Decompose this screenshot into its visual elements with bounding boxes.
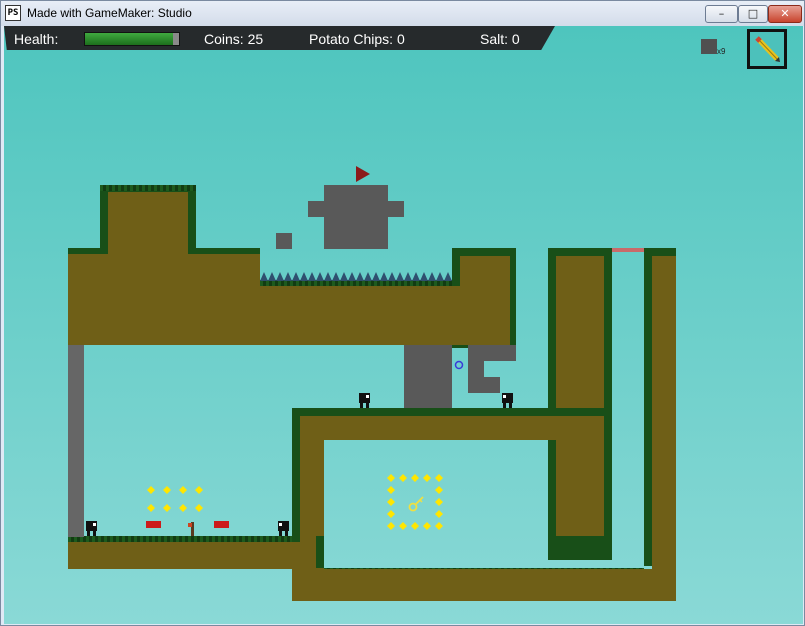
title-bar[interactable]: PS Made with GameMaker: Studio – □ ✕ <box>1 1 804 26</box>
selected-tool-slot[interactable] <box>747 29 787 69</box>
blue-orb-icon[interactable] <box>453 359 465 371</box>
coins-counter: Coins: 25 <box>204 31 264 47</box>
minimize-button[interactable]: – <box>705 5 738 23</box>
spike-row <box>260 272 454 281</box>
dirt-block <box>108 248 188 256</box>
close-button[interactable]: ✕ <box>768 5 802 23</box>
stone-wall <box>68 345 84 537</box>
health-bar-fill <box>85 33 174 45</box>
game-window: PS Made with GameMaker: Studio – □ ✕ Hea… <box>0 0 805 626</box>
inventory-block-count: x9 <box>717 47 726 56</box>
maximize-button[interactable]: □ <box>738 5 768 23</box>
health-label: Health: <box>14 31 59 47</box>
dirt-block <box>292 569 676 601</box>
game-viewport[interactable]: Health: Coins: 25 Potato Chips: 0 Salt: … <box>4 26 803 624</box>
dirt-block <box>108 192 188 252</box>
checkpoint-flag-icon <box>356 166 370 182</box>
stone-block <box>308 201 324 217</box>
grass-edge <box>316 536 324 568</box>
enemy-creature[interactable] <box>501 392 515 408</box>
stone-pillar <box>404 345 452 408</box>
gamemaker-app-icon[interactable]: PS <box>5 5 21 21</box>
salt-counter: Salt: 0 <box>480 31 520 47</box>
stone-block <box>388 201 404 217</box>
dirt-block <box>652 256 676 601</box>
red-sign <box>146 521 161 528</box>
stone-block <box>468 361 484 393</box>
dirt-block <box>68 254 260 345</box>
stone-block <box>484 377 500 393</box>
red-barrier <box>612 248 644 252</box>
inventory-block-icon[interactable] <box>701 39 717 54</box>
dirt-block <box>580 440 604 536</box>
grass-edge <box>100 185 196 191</box>
enemy-creature[interactable] <box>358 392 372 408</box>
coin-cluster-left[interactable] <box>146 486 210 516</box>
dirt-block <box>68 542 324 569</box>
grass-edge <box>292 408 612 416</box>
hud-bar: Health: Coins: 25 Potato Chips: 0 Salt: … <box>4 26 555 50</box>
dirt-block <box>452 286 510 345</box>
pencil-icon <box>755 36 780 62</box>
signpost-flag <box>188 523 192 527</box>
stone-block <box>276 233 292 249</box>
health-bar <box>84 32 180 46</box>
key-icon[interactable] <box>408 494 426 512</box>
enemy-creature[interactable] <box>85 520 99 536</box>
enemy-creature[interactable] <box>277 520 291 536</box>
stone-block <box>324 185 388 249</box>
stone-block <box>468 345 516 361</box>
potato-chips-counter: Potato Chips: 0 <box>309 31 405 47</box>
red-sign <box>214 521 229 528</box>
dirt-block <box>300 416 580 440</box>
window-title: Made with GameMaker: Studio <box>27 6 192 20</box>
